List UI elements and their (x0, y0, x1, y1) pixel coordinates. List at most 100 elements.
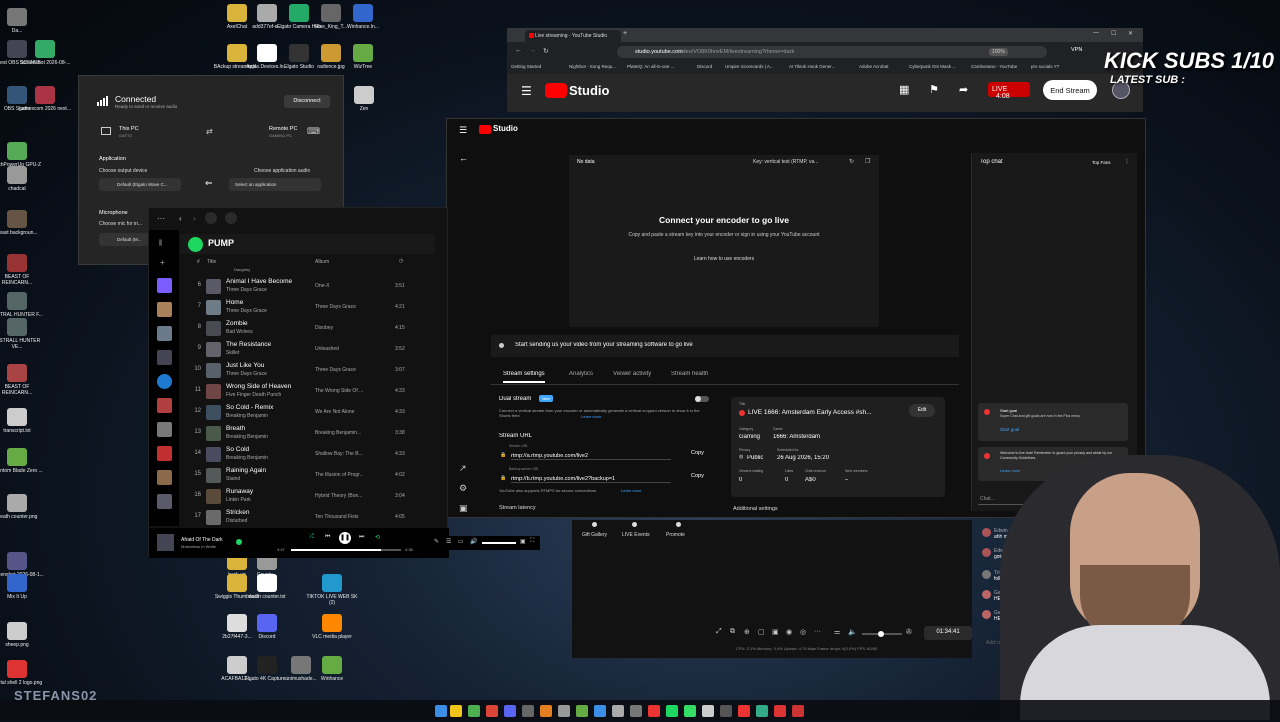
disconnect-button[interactable]: Disconnect (284, 95, 330, 108)
desktop-icon[interactable]: TechPowerUp GPU-Z (0, 142, 44, 168)
library-icon[interactable]: ⫼ (159, 240, 162, 248)
desktop-icon[interactable]: VLC media player (305, 614, 359, 640)
cast-icon[interactable]: ▦ (899, 83, 909, 96)
address-bar[interactable]: studio.youtube.com /video/VO8K0hnvEM/liv… (617, 46, 1047, 58)
mic-icon[interactable]: ⊕ (744, 628, 750, 636)
mic-mute-icon[interactable]: ✇ (906, 628, 912, 636)
studio-tab[interactable]: Analytics (569, 371, 593, 377)
dock-item[interactable]: Gift Gallery (582, 532, 607, 538)
track-artist[interactable]: Skillet (226, 350, 316, 356)
mic-device-select[interactable]: Default (M... (99, 233, 149, 246)
track-album[interactable]: Shallow Bay: The B... (315, 451, 395, 457)
desktop-icon[interactable]: WizTree (336, 44, 390, 70)
desktop-icon[interactable]: gamescom 2026 next... (18, 86, 72, 112)
track-album[interactable]: Hybrid Theory (Bon... (315, 493, 395, 499)
taskbar-app-icon[interactable] (684, 705, 696, 717)
start-goal-link[interactable]: Start goal (1000, 427, 1019, 432)
desktop-icon[interactable]: sheep.png (0, 622, 44, 648)
desktop-icon[interactable]: MISTRAL HUNTER F... (0, 292, 44, 318)
track-title[interactable]: Just Like You (226, 362, 316, 369)
bookmark-item[interactable]: Cambonano - YouTube (971, 64, 1027, 69)
track-row[interactable]: 15 Raining Again Staind The Illusion of Pro… (149, 465, 419, 486)
volume-slider[interactable] (482, 542, 516, 544)
studio-tab[interactable]: Stream health (671, 371, 708, 377)
track-album[interactable]: Breaking Benjamin... (315, 430, 395, 436)
repeat-icon[interactable]: ⟲ (375, 534, 380, 541)
now-playing-cover[interactable] (157, 534, 174, 551)
track-artist[interactable]: Disturbed (226, 518, 316, 524)
track-title[interactable]: So Cold - Remix (226, 404, 316, 411)
bookmark-icon[interactable]: ⚑ (929, 83, 939, 96)
screen-icon[interactable]: ▢ (758, 628, 765, 636)
track-title[interactable]: Animal I Have Become (226, 278, 316, 285)
desktop-icon[interactable]: Da... (0, 8, 44, 34)
bookmark-item[interactable]: Discord (697, 64, 721, 69)
rtmps-learn-more-link[interactable]: Learn more (621, 488, 641, 493)
taskbar-app-icon[interactable] (594, 705, 606, 717)
camera-icon[interactable]: ▣ (772, 628, 779, 636)
taskbar-app-icon[interactable] (468, 705, 480, 717)
added-check-icon[interactable] (236, 539, 242, 545)
forward-icon[interactable]: → (529, 47, 536, 54)
studio-tab[interactable]: Stream settings (503, 371, 545, 383)
studio-menu-icon[interactable]: ☰ (459, 125, 467, 136)
track-row[interactable]: 16 Runaway Linkin Park Hybrid Theory (Bon..… (149, 486, 419, 507)
desktop-icon[interactable]: mortal shell 2 logo.png (0, 660, 44, 686)
studio-feedback-icon[interactable]: ▣ (459, 503, 468, 514)
bookmark-item[interactable]: Getting Started (511, 64, 565, 69)
track-row[interactable]: 6 Animal I Have Become Three Days Grace One… (149, 276, 419, 297)
stream-key-select[interactable]: Key: vertical test (RTMP, va... (753, 159, 818, 165)
stream-icon[interactable]: ◎ (800, 628, 806, 636)
track-row[interactable]: 13 Breath Breaking Benjamin Breaking Benjam… (149, 423, 419, 444)
track-row[interactable]: 11 Wrong Side of Heaven Five Finger Death … (149, 381, 419, 402)
track-album[interactable]: We Are Not Alone (315, 409, 395, 415)
track-album[interactable]: The Illusion of Progr... (315, 472, 395, 478)
track-album[interactable]: Three Days Grace (315, 304, 395, 310)
track-artist[interactable]: Five Finger Death Punch (226, 392, 316, 398)
track-row[interactable]: 9 The Resistance Skillet Unleashed 3:52 (149, 339, 419, 360)
album-column-header[interactable]: Album (315, 259, 329, 265)
menu-icon[interactable]: ☰ (521, 84, 532, 98)
devices-icon[interactable]: ▭ (458, 538, 464, 545)
previous-icon[interactable]: ⏮ (325, 534, 330, 541)
mixer-icon[interactable]: ⚌ (834, 628, 840, 636)
close-icon[interactable]: ✕ (1128, 30, 1133, 37)
track-title[interactable]: The Resistance (226, 341, 316, 348)
taskbar-app-icon[interactable] (738, 705, 750, 717)
share-icon[interactable]: ➦ (959, 83, 968, 96)
track-artist[interactable]: Breaking Benjamin (226, 455, 316, 461)
taskbar-app-icon[interactable] (576, 705, 588, 717)
taskbar-app-icon[interactable] (486, 705, 498, 717)
taskbar-app-icon[interactable] (648, 705, 660, 717)
track-artist[interactable]: Linkin Park (226, 497, 316, 503)
studio-expand-icon[interactable]: ↗ (459, 463, 467, 474)
back-icon[interactable]: ← (515, 47, 522, 54)
title-column-header[interactable]: Title (207, 259, 216, 265)
top-fans-button[interactable]: Top Fans (1092, 160, 1111, 165)
now-playing-title[interactable]: Afraid Of The Dark (181, 537, 223, 543)
taskbar-app-icon[interactable] (450, 705, 462, 717)
desktop-icon[interactable]: chadcat (0, 166, 44, 192)
desktop-icon[interactable]: BEAST OF REINCARN... (0, 254, 44, 286)
add-playlist-icon[interactable]: + (160, 258, 165, 267)
dock-item[interactable]: Promote (666, 532, 685, 538)
pause-button[interactable]: ❚❚ (339, 532, 351, 544)
studio-settings-icon[interactable]: ⚙ (459, 483, 467, 494)
zoom-level[interactable]: 100% (989, 48, 1008, 56)
spotify-forward-icon[interactable]: › (193, 214, 196, 223)
taskbar-app-icon[interactable] (702, 705, 714, 717)
fullscreen-icon[interactable]: ⛶ (530, 538, 534, 545)
spotify-more-icon[interactable]: ··· (157, 214, 165, 223)
top-chat-select[interactable]: Top chat (980, 159, 1003, 165)
fit-icon[interactable]: ⤢ (716, 628, 722, 636)
taskbar-app-icon[interactable] (630, 705, 642, 717)
edit-button[interactable]: Edit (909, 404, 935, 417)
browser-tab[interactable]: Live streaming - YouTube Studio (525, 30, 621, 42)
lyrics-icon[interactable]: ✎ (434, 538, 439, 545)
desktop-icon[interactable]: Mix It Up (0, 574, 44, 600)
desktop-icon[interactable]: Winhance.In... (336, 4, 390, 30)
desktop-icon[interactable]: MISTRALL HUNTER VE... (0, 318, 44, 350)
track-title[interactable]: So Cold (226, 446, 316, 453)
studio-tab[interactable]: Viewer activity (613, 371, 651, 377)
play-playlist-button[interactable] (188, 237, 203, 252)
